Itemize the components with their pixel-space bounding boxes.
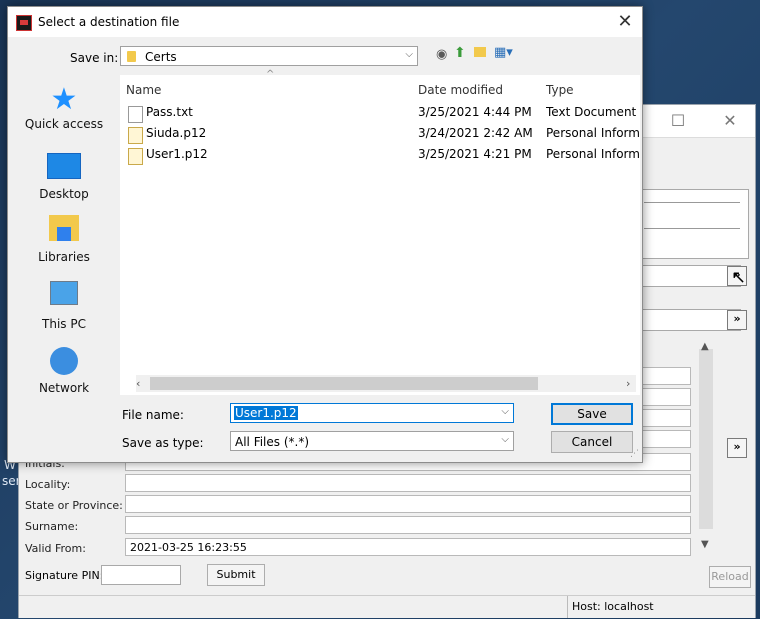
file-type: Personal Inform <box>546 147 640 161</box>
file-date: 3/25/2021 4:44 PM <box>418 105 532 119</box>
view-menu-icon[interactable]: ▦▾ <box>494 45 513 60</box>
valid-from-field[interactable]: 2021-03-25 16:23:55 <box>125 538 691 556</box>
file-type: Personal Inform <box>546 126 640 140</box>
submit-button[interactable]: Submit <box>207 564 265 586</box>
table-row[interactable]: User1.p12 3/25/2021 4:21 PM Personal Inf… <box>120 145 640 166</box>
new-folder-icon[interactable] <box>474 47 486 57</box>
scroll-right-icon[interactable]: › <box>626 377 630 390</box>
app-icon <box>16 15 32 31</box>
locality-field[interactable] <box>125 474 691 492</box>
up-folder-icon[interactable]: ⬆ <box>454 45 466 61</box>
scroll-down-icon[interactable]: ▼ <box>701 539 709 550</box>
scrollbar[interactable] <box>699 349 713 529</box>
input-field[interactable] <box>639 265 741 287</box>
file-name: User1.p12 <box>146 147 208 161</box>
dialog-titlebar: Select a destination file ✕ <box>8 7 642 37</box>
network-icon <box>50 347 78 375</box>
file-name-input[interactable]: User1.p12 ⌵ <box>230 403 514 423</box>
column-header-type[interactable]: Type <box>546 83 574 97</box>
close-icon[interactable]: ✕ <box>612 10 638 34</box>
save-in-label: Save in: <box>70 51 119 65</box>
divider <box>644 202 740 203</box>
form-label: Locality: <box>25 478 71 491</box>
resize-grip-icon[interactable]: ⋰ <box>630 449 639 459</box>
scroll-left-icon[interactable]: ‹ <box>136 377 140 390</box>
scrollbar-thumb[interactable] <box>150 377 538 390</box>
surname-field[interactable] <box>125 516 691 534</box>
save-file-dialog: Select a destination file ✕ Save in: Cer… <box>7 6 643 463</box>
chevron-down-icon: ⌵ <box>405 49 413 60</box>
file-date: 3/24/2021 2:42 AM <box>418 126 533 140</box>
certificate-file-icon <box>128 127 143 144</box>
chevron-down-icon: ⌵ <box>501 434 509 445</box>
reload-button[interactable]: Reload <box>709 566 751 588</box>
divider <box>567 596 568 618</box>
file-name: Siuda.p12 <box>146 126 207 140</box>
desktop-icon <box>47 153 81 179</box>
expand-arrow-button[interactable]: » <box>727 438 747 458</box>
status-bar: Host: localhost <box>19 595 755 618</box>
file-type: Text Document <box>546 105 637 119</box>
chevron-down-icon[interactable]: ⌵ <box>501 406 509 417</box>
save-in-dropdown[interactable]: Certs ⌵ <box>120 46 418 66</box>
sidebar-item-label: Libraries <box>38 250 90 264</box>
table-row[interactable]: Pass.txt 3/25/2021 4:44 PM Text Document <box>120 103 640 124</box>
column-header-name[interactable]: Name <box>126 83 161 97</box>
divider <box>644 228 740 229</box>
status-host: Host: localhost <box>572 600 654 613</box>
save-as-type-label: Save as type: <box>122 436 204 450</box>
maximize-icon[interactable]: ☐ <box>655 105 701 137</box>
file-name-label: File name: <box>122 408 184 422</box>
text-area[interactable] <box>639 189 749 259</box>
file-date: 3/25/2021 4:21 PM <box>418 147 532 161</box>
form-label: Valid From: <box>25 542 86 555</box>
form-label: State or Province: <box>25 499 123 512</box>
state-field[interactable] <box>125 495 691 513</box>
sidebar-item-libraries[interactable]: Libraries <box>22 215 106 264</box>
file-name: Pass.txt <box>146 105 193 119</box>
star-icon: ★ <box>50 82 78 117</box>
signature-pin-input[interactable] <box>101 565 181 585</box>
cursor-icon: ↖ <box>731 267 747 288</box>
folder-icon <box>127 51 136 62</box>
sidebar-item-quick-access[interactable]: ★ Quick access <box>22 82 106 132</box>
signature-pin-label: Signature PIN: <box>25 569 104 582</box>
save-as-type-value: All Files (*.*) <box>235 435 310 449</box>
table-row[interactable]: Siuda.p12 3/24/2021 2:42 AM Personal Inf… <box>120 124 640 145</box>
sort-ascending-icon: ^ <box>266 69 275 80</box>
sidebar-item-label: This PC <box>42 317 86 331</box>
save-button[interactable]: Save <box>551 403 633 425</box>
cancel-button[interactable]: Cancel <box>551 431 633 453</box>
sidebar-item-this-pc[interactable]: This PC <box>22 281 106 331</box>
sidebar-item-desktop[interactable]: Desktop <box>22 153 106 201</box>
text-file-icon <box>128 106 143 123</box>
sidebar-item-label: Quick access <box>24 117 104 131</box>
column-header-date[interactable]: Date modified <box>418 83 503 97</box>
form-label: Surname: <box>25 520 79 533</box>
sidebar-item-label: Network <box>38 381 90 395</box>
dialog-title: Select a destination file <box>38 15 180 29</box>
scroll-up-icon[interactable]: ▲ <box>701 341 709 352</box>
horizontal-scrollbar[interactable]: ‹ › <box>136 375 636 392</box>
computer-icon <box>50 281 78 305</box>
sidebar-item-network[interactable]: Network <box>22 347 106 395</box>
close-icon[interactable]: ✕ <box>707 105 753 137</box>
libraries-icon <box>49 215 79 241</box>
sidebar-item-label: Desktop <box>39 187 89 201</box>
file-list[interactable]: ^ Name Date modified Type Pass.txt 3/25/… <box>120 69 640 395</box>
back-icon[interactable]: ◉ <box>436 47 447 62</box>
input-field[interactable] <box>639 309 741 331</box>
certificate-file-icon <box>128 148 143 165</box>
save-as-type-dropdown[interactable]: All Files (*.*) ⌵ <box>230 431 514 451</box>
expand-arrow-button[interactable]: » <box>727 310 747 330</box>
save-in-value: Certs <box>145 50 177 64</box>
file-name-value: User1.p12 <box>234 406 298 420</box>
